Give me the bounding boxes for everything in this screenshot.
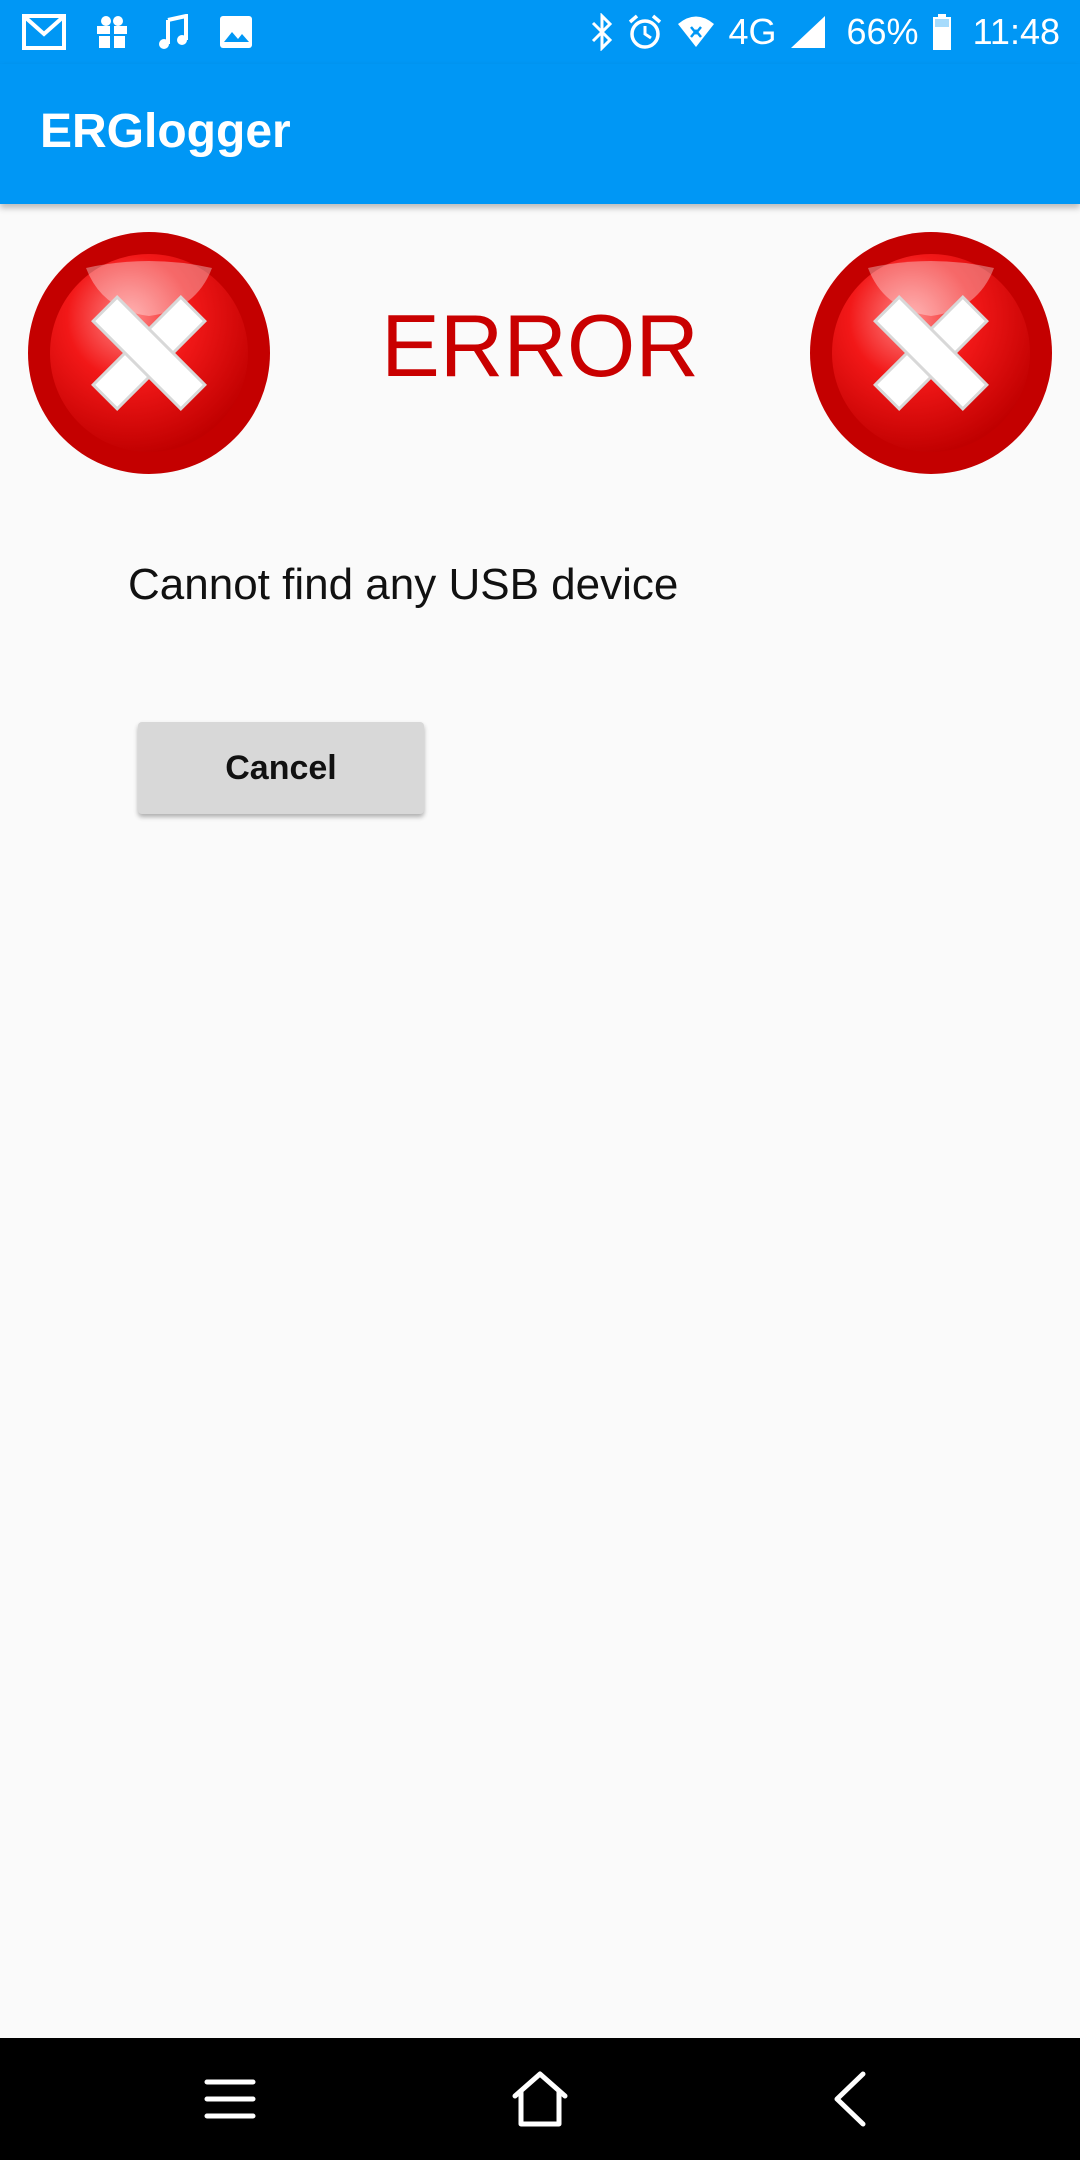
navigation-bar — [0, 2038, 1080, 2160]
menu-icon[interactable] — [195, 2064, 265, 2134]
status-bar: 4G 66% 11:48 — [0, 0, 1080, 64]
gmail-icon — [22, 14, 66, 50]
alarm-icon — [629, 14, 662, 49]
app-title: ERGlogger — [40, 105, 291, 158]
back-icon[interactable] — [815, 2064, 885, 2134]
app-bar: ERGlogger — [0, 64, 1080, 204]
wifi-icon — [678, 16, 715, 47]
home-icon[interactable] — [505, 2064, 575, 2134]
error-message: Cannot find any USB device — [128, 560, 679, 609]
battery-icon — [932, 14, 951, 50]
system-status: 4G 66% 11:48 — [590, 8, 1060, 56]
clock: 11:48 — [972, 11, 1060, 52]
notification-icons — [22, 10, 254, 54]
bluetooth-icon — [592, 13, 613, 51]
gift-icon — [97, 16, 127, 48]
network-4g-icon: 4G — [728, 11, 777, 52]
music-icon — [159, 14, 188, 49]
signal-icon — [790, 16, 825, 48]
error-heading: ERROR — [381, 296, 699, 395]
image-icon — [220, 16, 252, 48]
battery-percent: 66% — [846, 11, 919, 52]
error-x-icon — [810, 232, 1052, 474]
cancel-button[interactable]: Cancel — [138, 722, 424, 814]
error-x-icon — [28, 232, 270, 474]
